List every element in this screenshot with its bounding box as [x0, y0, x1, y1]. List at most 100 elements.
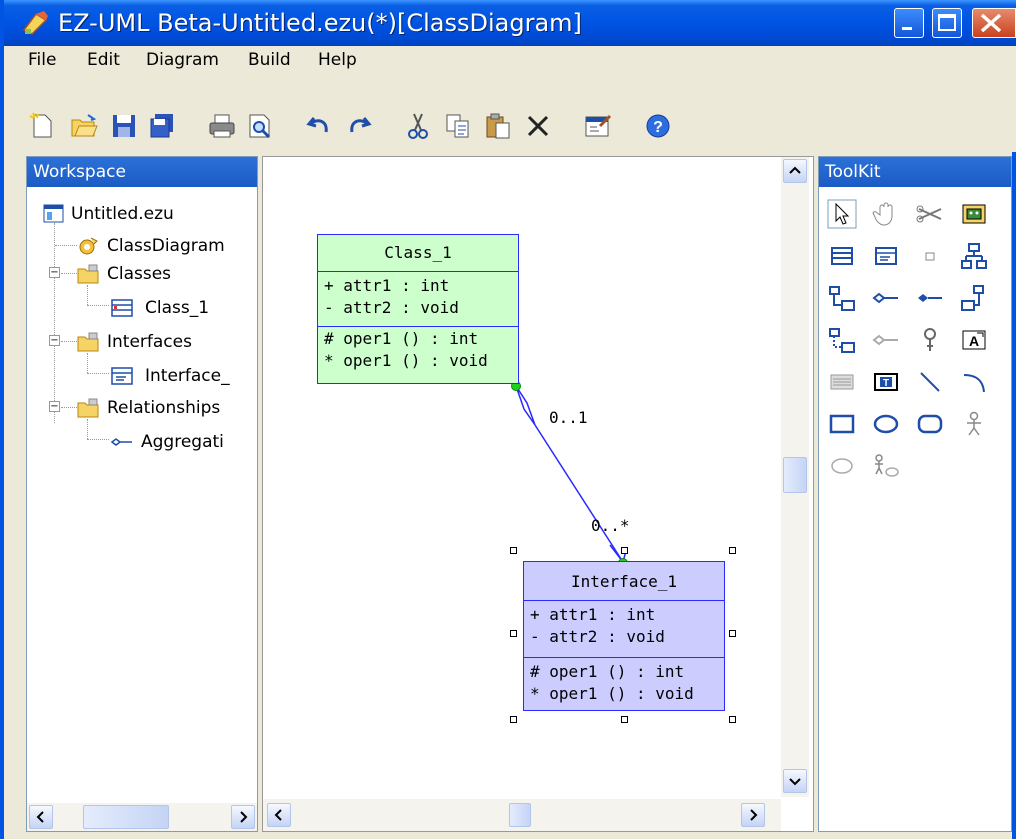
- delete-icon[interactable]: [524, 112, 552, 140]
- note-icon[interactable]: [915, 325, 945, 355]
- copy-icon[interactable]: [444, 112, 472, 140]
- rectangle-icon[interactable]: [827, 409, 857, 439]
- line-icon[interactable]: [915, 367, 945, 397]
- save-all-icon[interactable]: [148, 112, 176, 140]
- resize-handle[interactable]: [729, 716, 736, 723]
- actor-icon[interactable]: [959, 409, 989, 439]
- canvas-vscrollbar[interactable]: [781, 157, 809, 797]
- resize-handle[interactable]: [621, 716, 628, 723]
- tree-label: Relationships: [107, 398, 221, 418]
- folder-icon: [77, 264, 99, 284]
- menu-file[interactable]: File: [28, 50, 56, 70]
- properties-icon[interactable]: [584, 112, 612, 140]
- small-box-icon[interactable]: [915, 241, 945, 271]
- paste-icon[interactable]: [484, 112, 512, 140]
- toolkit-panel: ToolKit A T: [818, 156, 1012, 832]
- cut-icon[interactable]: [404, 112, 432, 140]
- title-bar[interactable]: EZ-UML Beta-Untitled.ezu(*)[ClassDiagram…: [4, 0, 1016, 46]
- resize-handle[interactable]: [729, 547, 736, 554]
- resize-handle[interactable]: [510, 716, 517, 723]
- open-folder-icon[interactable]: [70, 112, 98, 140]
- save-icon[interactable]: [110, 112, 138, 140]
- scroll-right-button[interactable]: [231, 805, 255, 829]
- new-file-icon[interactable]: [28, 112, 56, 140]
- resize-handle[interactable]: [510, 547, 517, 554]
- scroll-up-button[interactable]: [783, 159, 807, 183]
- interface-tool-icon[interactable]: [871, 241, 901, 271]
- class-operations: # oper1 () : int * oper1 () : void: [318, 326, 518, 385]
- maximize-button[interactable]: [932, 8, 962, 38]
- arc-icon[interactable]: [959, 367, 989, 397]
- class-box-class1[interactable]: Class_1 + attr1 : int - attr2 : void # o…: [317, 234, 519, 384]
- text-frame-icon[interactable]: T: [871, 367, 901, 397]
- canvas-hscrollbar[interactable]: [263, 799, 781, 831]
- tree-label: ClassDiagram: [107, 236, 225, 256]
- scroll-thumb[interactable]: [83, 805, 169, 829]
- workspace-header: Workspace: [27, 157, 257, 187]
- class-tool-icon[interactable]: [827, 241, 857, 271]
- scroll-left-button[interactable]: [29, 805, 53, 829]
- minimize-button[interactable]: [894, 8, 924, 38]
- tree-label: Interfaces: [107, 332, 192, 352]
- hierarchy-icon[interactable]: [959, 241, 989, 271]
- app-logo-icon: [22, 10, 50, 36]
- resize-handle[interactable]: [510, 630, 517, 637]
- menu-build[interactable]: Build: [248, 50, 291, 70]
- expander-relationships[interactable]: −: [49, 401, 60, 412]
- text-box-icon[interactable]: A: [959, 325, 989, 355]
- aggregation-tool-icon[interactable]: [871, 283, 901, 313]
- tree-label: Class_1: [145, 298, 210, 318]
- class-op: * oper1 () : void: [324, 351, 488, 370]
- association-icon[interactable]: [871, 325, 901, 355]
- tree-label: Untitled.ezu: [71, 204, 174, 224]
- expander-interfaces[interactable]: −: [49, 335, 60, 346]
- realization-icon[interactable]: [827, 325, 857, 355]
- comment-icon[interactable]: [827, 367, 857, 397]
- print-icon[interactable]: [208, 112, 236, 140]
- composition-icon[interactable]: [915, 283, 945, 313]
- close-button[interactable]: [972, 8, 1016, 38]
- workspace-hscrollbar[interactable]: [27, 803, 257, 831]
- rounded-rect-icon[interactable]: [915, 409, 945, 439]
- actor-usecase-icon[interactable]: [871, 451, 901, 481]
- package-icon[interactable]: [959, 199, 989, 229]
- redo-icon[interactable]: [344, 112, 372, 140]
- scroll-down-button[interactable]: [783, 769, 807, 793]
- menu-help[interactable]: Help: [318, 50, 357, 70]
- menu-diagram[interactable]: Diagram: [146, 50, 219, 70]
- aggregation-icon: [110, 432, 133, 452]
- interface-attributes: + attr1 : int - attr2 : void: [524, 600, 724, 657]
- expander-classes[interactable]: −: [49, 267, 60, 278]
- pointer-icon[interactable]: [827, 199, 857, 229]
- usecase-icon[interactable]: [827, 451, 857, 481]
- generalization-icon[interactable]: [827, 283, 857, 313]
- menu-edit[interactable]: Edit: [87, 50, 120, 70]
- interface-attr: + attr1 : int: [530, 605, 656, 624]
- hand-icon[interactable]: [871, 199, 901, 229]
- scroll-right-button[interactable]: [741, 803, 765, 827]
- dependency-icon[interactable]: [959, 283, 989, 313]
- interface-box-interface1[interactable]: Interface_1 + attr1 : int - attr2 : void…: [523, 561, 725, 711]
- resize-handle[interactable]: [621, 547, 628, 554]
- diagram-gear-icon: [77, 236, 99, 256]
- undo-icon[interactable]: [306, 112, 334, 140]
- cut-tool-icon[interactable]: [915, 199, 945, 229]
- folder-icon: [77, 398, 99, 418]
- help-icon[interactable]: ?: [644, 112, 672, 140]
- resize-handle[interactable]: [729, 630, 736, 637]
- print-preview-icon[interactable]: [246, 112, 274, 140]
- app-window: EZ-UML Beta-Untitled.ezu(*)[ClassDiagram…: [0, 0, 1016, 839]
- toolbar: ?: [8, 76, 1016, 152]
- scroll-left-button[interactable]: [267, 803, 291, 827]
- scroll-thumb[interactable]: [509, 803, 531, 827]
- svg-text:?: ?: [653, 119, 663, 136]
- tree-label: Interface_: [145, 366, 230, 386]
- diagram-canvas[interactable]: 0..1 0..* Class_1 + attr1 : int - attr2 …: [262, 156, 814, 832]
- class-header: Class_1: [318, 235, 518, 271]
- scroll-thumb[interactable]: [783, 457, 807, 493]
- ellipse-icon[interactable]: [871, 409, 901, 439]
- class-icon: [111, 298, 133, 318]
- interface-attr: - attr2 : void: [530, 627, 665, 646]
- interface-name: Interface_1: [571, 572, 677, 591]
- svg-text:A: A: [969, 333, 979, 349]
